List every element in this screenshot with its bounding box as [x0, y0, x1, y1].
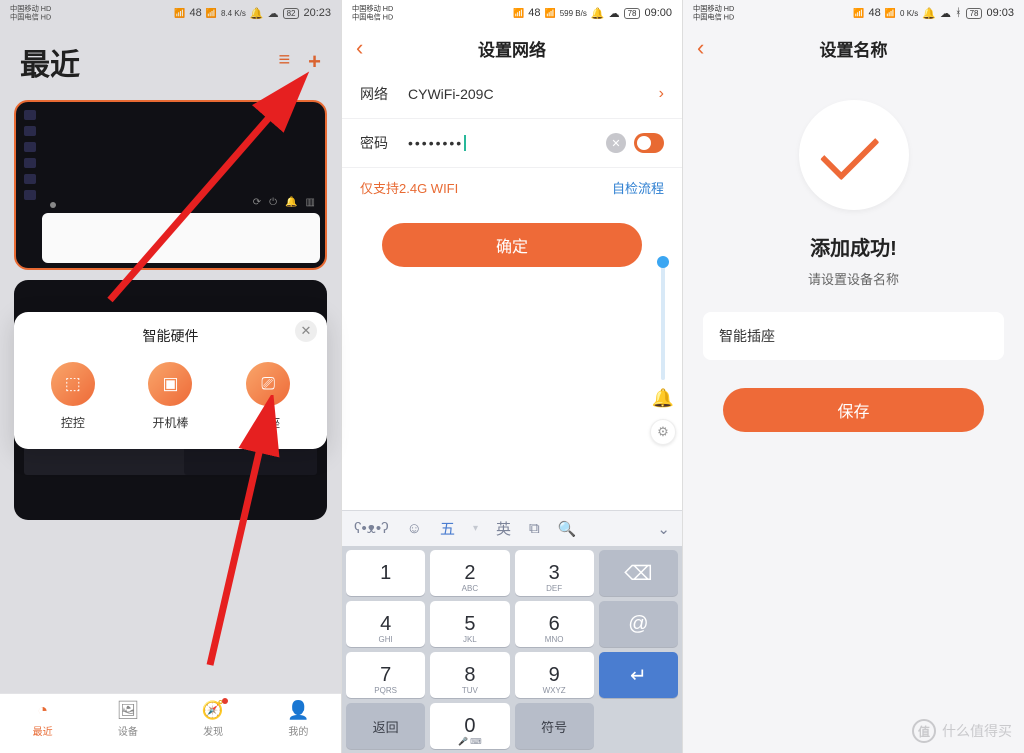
emoji-icon[interactable]: ☺ [407, 520, 422, 537]
smart-hardware-popup: ✕ 智能硬件 ⬚ 控控 ▣ 开机棒 ⎚ 插座 [14, 312, 327, 449]
watermark: 值 什么值得买 [912, 719, 1012, 743]
screen-set-name: 中国移动 HD 中国电信 HD 48 0 K/s 🔔☁ ᚼ 78 09:03 ‹… [683, 0, 1024, 753]
key-9[interactable]: 9WXYZ [515, 652, 594, 698]
key-2[interactable]: 2ABC [430, 550, 509, 596]
key-5[interactable]: 5JKL [430, 601, 509, 647]
bootstick-icon: ▣ [148, 362, 192, 406]
search-icon[interactable]: 🔍 [558, 520, 577, 538]
ime-english[interactable]: 英 [496, 518, 511, 539]
key-4[interactable]: 4GHI [346, 601, 425, 647]
status-bar: 中国移动 HD 中国电信 HD 48 0 K/s 🔔☁ ᚼ 78 09:03 [683, 0, 1024, 26]
tab-discover[interactable]: 🧭 发现 [171, 700, 256, 753]
key-backspace[interactable]: ⌫ [599, 550, 678, 596]
compass-icon: 🧭 [202, 700, 224, 721]
popup-title: 智能硬件 [24, 326, 317, 346]
add-icon[interactable]: + [308, 49, 321, 75]
confirm-button[interactable]: 确定 [382, 223, 642, 267]
page-title: 设置网络 [342, 36, 682, 61]
back-icon[interactable]: ‹ [356, 35, 363, 61]
back-icon[interactable]: ‹ [697, 35, 704, 61]
socket-icon: ⎚ [246, 362, 290, 406]
device-card-remote[interactable]: ⟳⏻🔔▥ [14, 100, 327, 270]
slider-control[interactable]: 🔔 ⚙ [650, 260, 676, 445]
password-input[interactable]: •••••••• [408, 135, 606, 151]
keyboard: ʕ•ᴥ•ʔ ☺ 五▾ 英 ⧉ 🔍 ⌄ 1 2ABC 3DEF ⌫ 4GHI 5J… [342, 510, 682, 753]
key-1[interactable]: 1 [346, 550, 425, 596]
status-bar: 中国移动 HD 中国电信 HD 48 8.4 K/s 🔔☁ 82 20:23 [0, 0, 341, 26]
save-button[interactable]: 保存 [723, 388, 984, 432]
tab-mine[interactable]: 👤 我的 [256, 700, 341, 753]
visibility-toggle[interactable] [634, 133, 664, 153]
self-check-link[interactable]: 自检流程 [612, 178, 664, 197]
success-indicator [799, 100, 909, 210]
clear-icon[interactable]: ✕ [606, 133, 626, 153]
bell-icon[interactable]: 🔔 [652, 388, 674, 409]
bluetooth-icon: ᚼ [955, 7, 962, 19]
wifi-warning: 仅支持2.4G WIFI [360, 178, 458, 197]
hardware-option-socket[interactable]: ⎚ 插座 [246, 362, 290, 431]
network-row[interactable]: 网络 CYWiFi-209C › [342, 70, 682, 119]
key-symbols[interactable]: 符号 [515, 703, 594, 749]
image-icon: 🖼 [116, 700, 139, 721]
success-subtitle: 请设置设备名称 [683, 269, 1024, 288]
tab-recent[interactable]: ◔ 最近 [0, 700, 85, 753]
person-icon: 👤 [287, 700, 309, 721]
hardware-option-bootstick[interactable]: ▣ 开机棒 [148, 362, 192, 431]
success-title: 添加成功! [683, 232, 1024, 261]
close-icon[interactable]: ✕ [295, 320, 317, 342]
key-6[interactable]: 6MNO [515, 601, 594, 647]
page-title: 设置名称 [683, 36, 1024, 61]
chevron-right-icon: › [659, 85, 664, 103]
control-icon: ⬚ [51, 362, 95, 406]
hide-keyboard-icon[interactable]: ⌄ [657, 520, 670, 538]
tab-devices[interactable]: 🖼 设备 [85, 700, 170, 753]
key-3[interactable]: 3DEF [515, 550, 594, 596]
network-value: CYWiFi-209C [408, 86, 659, 102]
gear-icon[interactable]: ⚙ [650, 419, 676, 445]
hardware-option-kongkong[interactable]: ⬚ 控控 [51, 362, 95, 431]
status-bar: 中国移动 HD 中国电信 HD 48 599 B/s 🔔☁ 78 09:00 [342, 0, 682, 26]
clock-icon: ◔ [37, 700, 48, 721]
list-icon[interactable]: ≡ [278, 49, 290, 75]
baidu-ime-icon[interactable]: ʕ•ᴥ•ʔ [354, 520, 389, 537]
page-title: 最近 [20, 40, 80, 84]
ime-wubi[interactable]: 五 [440, 518, 455, 539]
checkmark-icon [820, 121, 879, 180]
key-at[interactable]: @ [599, 601, 678, 647]
bottom-nav: ◔ 最近 🖼 设备 🧭 发现 👤 我的 [0, 693, 341, 753]
password-row[interactable]: 密码 •••••••• ✕ [342, 119, 682, 168]
key-7[interactable]: 7PQRS [346, 652, 425, 698]
clipboard-icon[interactable]: ⧉ [529, 520, 540, 537]
key-8[interactable]: 8TUV [430, 652, 509, 698]
screen-set-network: 中国移动 HD 中国电信 HD 48 599 B/s 🔔☁ 78 09:00 ‹… [342, 0, 683, 753]
device-name-input[interactable]: 智能插座 [703, 312, 1004, 360]
screen-recent: 中国移动 HD 中国电信 HD 48 8.4 K/s 🔔☁ 82 20:23 最… [0, 0, 342, 753]
key-return[interactable]: 返回 [346, 703, 425, 749]
key-0[interactable]: 0🎤 ⌨ [430, 703, 509, 749]
key-enter[interactable]: ↵ [599, 652, 678, 698]
